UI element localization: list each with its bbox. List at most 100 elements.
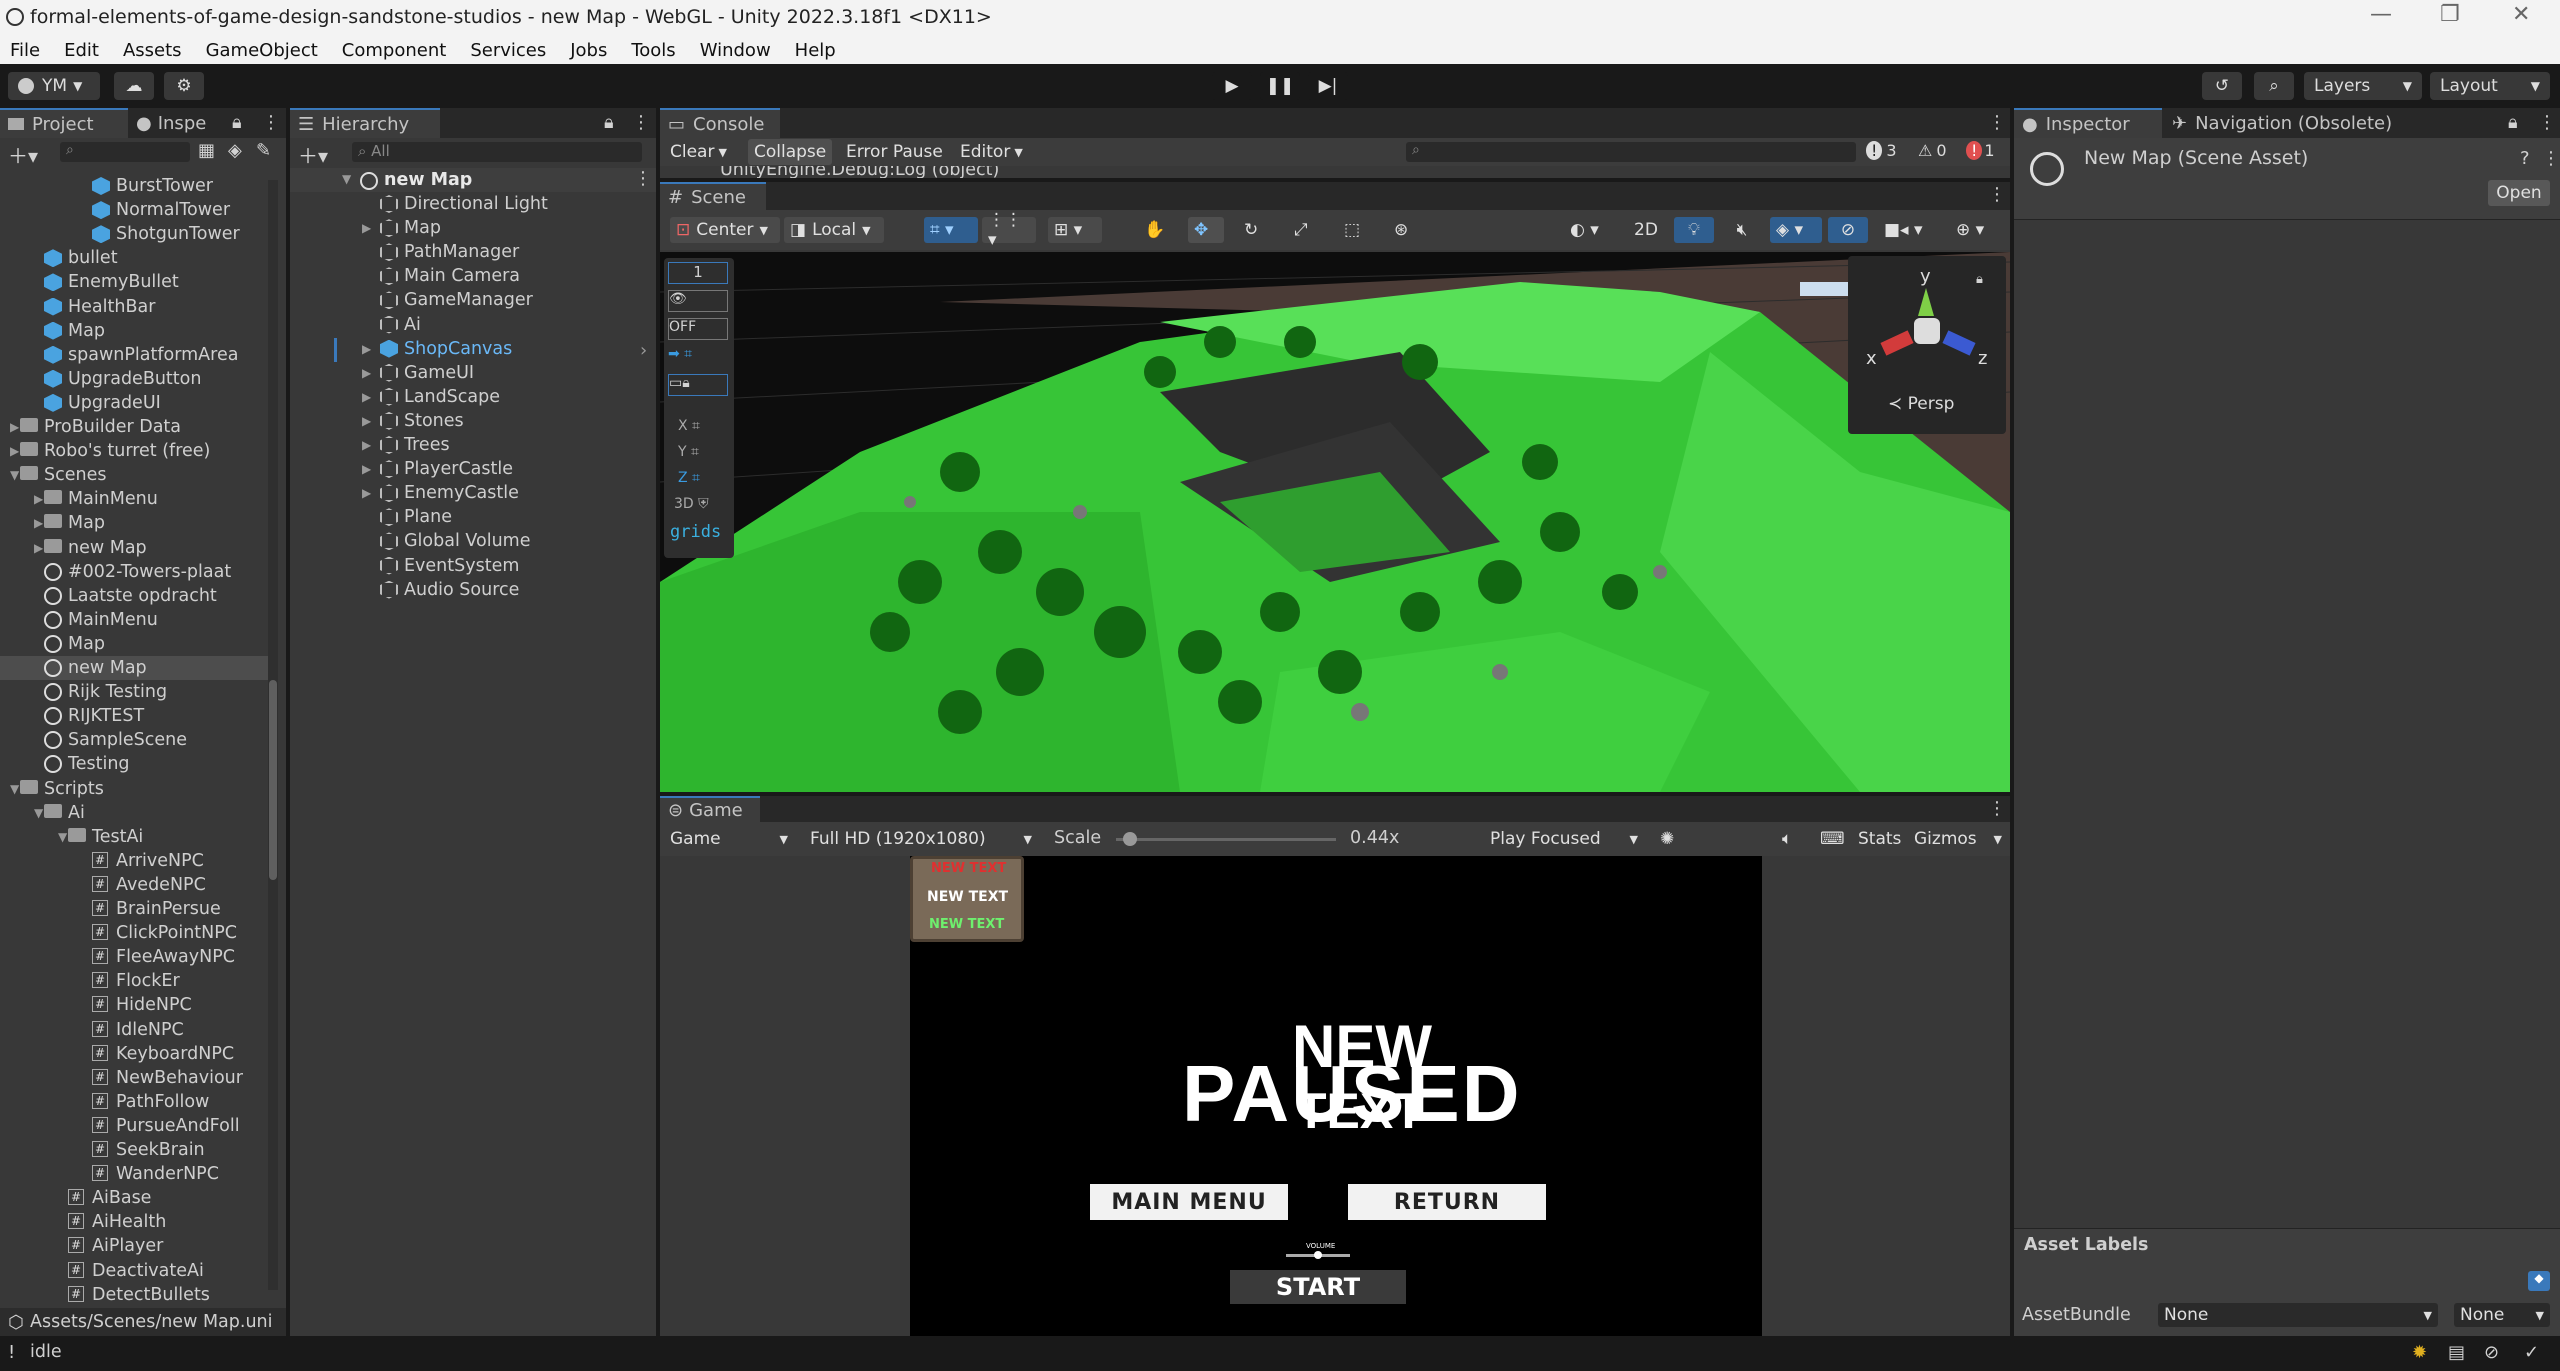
project-item[interactable]: # AvedeNPC [0,873,270,897]
project-scroll-thumb[interactable] [269,680,277,880]
hierarchy-item[interactable]: ▶ ShopCanvas [290,337,630,361]
main-menu-button[interactable]: MAIN MENU [1090,1184,1288,1220]
x-axis-toggle[interactable]: X ⌗ [678,418,700,434]
menu-tools[interactable]: Tools [621,40,689,61]
project-item[interactable]: # HideNPC [0,993,270,1017]
project-item[interactable]: ▶ new Map [0,536,270,560]
pause-button[interactable]: ❚❚ [1260,72,1300,100]
network-icon[interactable]: ⊘ [2484,1342,2499,1363]
scale-slider-knob[interactable] [1122,832,1137,846]
filter-type-icon[interactable]: ▦ [198,140,215,161]
collab-button[interactable]: ⚙ [164,72,204,100]
kebab-menu-icon[interactable]: ⋮ [2538,112,2556,133]
tab-game[interactable]: ⊜ Game [660,796,760,822]
project-scrollbar[interactable] [268,180,278,1290]
space-dropdown[interactable]: ◨ Local ▼ [784,217,884,243]
z-axis-toggle[interactable]: Z ⌗ [678,470,700,486]
project-item[interactable]: # FleeAwayNPC [0,945,270,969]
lock-icon[interactable]: 🔒︎ [232,112,242,133]
shopcanvas-enter-icon[interactable]: › [640,340,647,361]
expand-arrow-icon[interactable]: ▶ [362,337,376,361]
search-button[interactable]: ⌕ [2254,72,2294,100]
lock-toggle[interactable]: ▭🔒︎ [668,374,728,396]
tab-console[interactable]: ▭ Console [660,108,780,138]
hierarchy-item[interactable]: ▶ Map [290,216,630,240]
project-item[interactable]: ▶ MainMenu [0,487,270,511]
project-item[interactable]: ▼ Scenes [0,463,270,487]
mute-audio-toggle[interactable]: 🔈︎ [1776,826,1810,852]
collapse-toggle[interactable]: Collapse [748,139,833,165]
project-item[interactable]: ▶ Map [0,511,270,535]
project-item[interactable]: # AiBase [0,1186,270,1210]
hierarchy-item[interactable]: ▶ PlayerCastle [290,457,630,481]
clear-button[interactable]: Clear ▼ [664,139,733,165]
tab-inspector-mini[interactable]: ● Inspe [128,108,218,138]
project-item[interactable]: ShotgunTower [0,222,270,246]
project-item[interactable]: bullet [0,246,270,270]
hierarchy-item[interactable]: Plane [290,505,630,529]
editor-dropdown[interactable]: Editor ▼ [954,139,1029,165]
gizmo-center-cube[interactable] [1914,318,1940,344]
hierarchy-item[interactable]: Global Volume [290,529,630,553]
hierarchy-item[interactable]: ▶ LandScape [290,385,630,409]
project-item[interactable]: # KeyboardNPC [0,1042,270,1066]
project-item[interactable]: # AiPlayer [0,1234,270,1258]
project-item[interactable]: UpgradeUI [0,391,270,415]
project-item[interactable]: Map [0,319,270,343]
project-item[interactable]: # ClickPointNPC [0,921,270,945]
minimize-icon[interactable]: — [2370,2,2392,27]
y-axis-toggle[interactable]: Y ⌗ [678,444,699,460]
audio-toggle[interactable]: 🔇︎ [1722,217,1762,243]
project-item[interactable]: EnemyBullet [0,270,270,294]
menu-edit[interactable]: Edit [54,40,113,61]
hierarchy-scene-row[interactable]: ▼ new Map ⋮ [290,168,656,192]
lock-icon[interactable]: 🔒︎ [604,112,614,133]
view-visibility-toggle[interactable]: 👁︎ [668,290,728,312]
project-item[interactable]: ▼ Scripts [0,777,270,801]
hand-tool[interactable]: ✋ [1138,217,1174,243]
pivot-dropdown[interactable]: ⊡ Center ▼ [670,217,780,243]
hierarchy-item[interactable]: ▶ GameUI [290,361,630,385]
project-item[interactable]: Testing [0,752,270,776]
project-item[interactable]: ▶ ProBuilder Data [0,415,270,439]
frame-debugger-button[interactable]: ✺ [1654,826,1688,852]
expand-arrow-icon[interactable]: ▶ [362,361,376,385]
project-item[interactable]: # IdleNPC [0,1018,270,1042]
hierarchy-item[interactable]: EventSystem [290,554,630,578]
lighting-toggle[interactable]: 💡︎ [1674,217,1714,243]
volume-slider-knob[interactable] [1314,1251,1322,1259]
filter-label-icon[interactable]: ◈ [228,140,242,161]
tab-project[interactable]: Project [0,108,128,138]
expand-arrow-icon[interactable]: ▼ [342,172,356,186]
gizmo-lock-icon[interactable]: 🔒︎ [1976,272,1983,287]
warning-count-toggle[interactable]: ⚠ 0 [1918,141,1947,160]
hierarchy-item[interactable]: GameManager [290,288,630,312]
project-item[interactable]: # PursueAndFoll [0,1114,270,1138]
expand-arrow-icon[interactable]: ▶ [362,457,376,481]
hierarchy-item[interactable]: Directional Light [290,192,630,216]
off-toggle[interactable]: OFF [668,318,728,340]
cloud-button[interactable]: ☁ [114,72,154,100]
close-icon[interactable]: ✕ [2512,2,2530,27]
kebab-menu-icon[interactable]: ⋮ [632,112,650,133]
camera-speed-field[interactable]: 1 [668,262,728,284]
kebab-menu-icon[interactable]: ⋮ [1988,184,2006,205]
log-count-toggle[interactable]: ! 3 [1866,141,1897,160]
tab-scene[interactable]: # Scene [660,182,766,210]
project-item[interactable]: # PathFollow [0,1090,270,1114]
play-button[interactable]: ▶ [1212,72,1252,100]
project-item[interactable]: # DetectBullets [0,1283,270,1304]
menu-file[interactable]: File [0,40,54,61]
camera-settings-dropdown[interactable]: ■◂ ▾ [1878,217,1932,243]
help-icon[interactable]: ? [2520,148,2530,169]
shortcuts-toggle[interactable]: ⌨ [1814,826,1848,852]
project-item[interactable]: HealthBar [0,295,270,319]
step-button[interactable]: ▶| [1308,72,1348,100]
display-dropdown[interactable]: Game ▼ [664,826,794,852]
project-item[interactable]: # BrainPersue [0,897,270,921]
create-object-button[interactable]: ＋▾ [298,140,328,169]
project-item[interactable]: # DeactivateAi [0,1259,270,1283]
favorite-icon[interactable]: ✎ [256,140,271,161]
hierarchy-item[interactable]: ▶ Stones [290,409,630,433]
console-search-input[interactable]: ⌕ [1406,142,1856,162]
